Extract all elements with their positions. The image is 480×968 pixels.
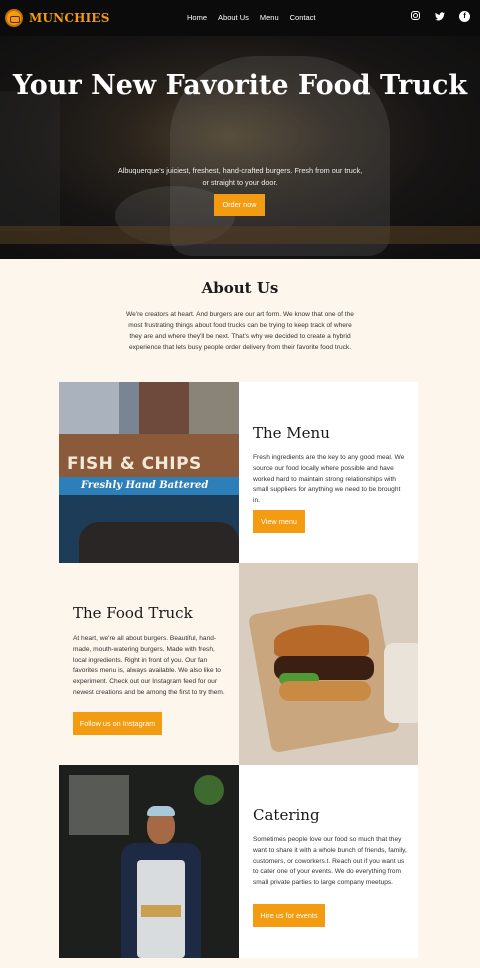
nav-link-menu[interactable]: Menu (260, 13, 279, 22)
top-nav: MUNCHIES Home About Us Menu Contact f (0, 0, 480, 36)
truck-sign-text: FISH & CHIPS (67, 454, 202, 474)
truck-band-text: Freshly Hand Battered (81, 480, 209, 491)
burgers-image (239, 563, 418, 765)
catering-title: Catering (253, 806, 320, 824)
menu-card: The Menu Fresh ingredients are the key t… (239, 382, 418, 563)
truck-window (69, 775, 129, 835)
fish-and-chips-truck-image: FISH & CHIPS Freshly Hand Battered (59, 382, 239, 563)
burger-bottom-bun (279, 681, 371, 701)
catering-card: Catering Sometimes people love our food … (239, 765, 418, 958)
chef-bandana (147, 806, 175, 816)
hero-subtitle: Albuquerque's juiciest, freshest, hand-c… (117, 166, 363, 187)
twitter-icon[interactable] (434, 11, 445, 22)
food-truck-title: The Food Truck (73, 604, 193, 622)
about-text: We're creators at heart. And burgers are… (126, 311, 354, 351)
building-mid (139, 382, 189, 437)
follow-instagram-button[interactable]: Follow us on Instagram (73, 712, 162, 735)
nav-link-contact[interactable]: Contact (290, 13, 316, 22)
chef-image (59, 765, 239, 958)
nav-links: Home About Us Menu Contact (187, 13, 316, 22)
view-menu-button[interactable]: View menu (253, 510, 305, 533)
order-now-button[interactable]: Order now (214, 194, 265, 216)
food-truck-card: The Food Truck At heart, we're all about… (59, 563, 238, 765)
burger-top-bun (274, 625, 369, 659)
brand-name[interactable]: MUNCHIES (29, 11, 110, 25)
nav-link-home[interactable]: Home (187, 13, 207, 22)
nav-link-about[interactable]: About Us (218, 13, 249, 22)
about-title: About Us (201, 279, 279, 297)
social-links: f (411, 11, 470, 22)
menu-text: Fresh ingredients are the key to any goo… (253, 454, 405, 505)
menu-title: The Menu (253, 424, 330, 442)
plant (194, 775, 224, 805)
instagram-icon[interactable] (411, 11, 420, 20)
hero-section: Your New Favorite Food Truck Albuquerque… (0, 36, 480, 259)
second-burger (384, 643, 418, 723)
catering-text: Sometimes people love our food so much t… (253, 836, 407, 887)
food-tray (141, 905, 181, 917)
food-truck-text: At heart, we're all about burgers. Beaut… (73, 635, 225, 696)
crowd (79, 522, 239, 563)
hero-title: Your New Favorite Food Truck (12, 70, 468, 101)
facebook-icon[interactable]: f (459, 11, 470, 22)
truck-logo-icon[interactable] (5, 9, 23, 27)
hire-us-button[interactable]: Hire us for events (253, 904, 325, 927)
building-left (59, 382, 119, 437)
